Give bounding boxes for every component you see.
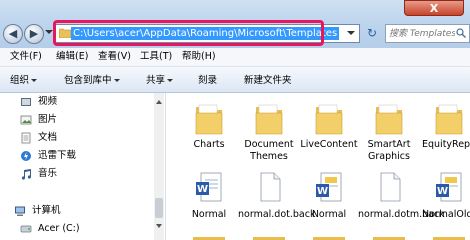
sidebar-item-label: 图片 (38, 114, 58, 125)
sidebar-item-label: 文档 (38, 132, 58, 143)
menu-file[interactable]: 文件(F) (10, 50, 42, 64)
burn-button[interactable]: 刻录 (198, 74, 217, 87)
blank-file-icon (260, 172, 281, 202)
menu-view[interactable]: 查看(V) (98, 50, 131, 64)
list-item[interactable]: Document Themes (238, 97, 300, 167)
folder-icon (315, 104, 343, 135)
file-label: NormalOld (422, 209, 470, 220)
menu-help[interactable]: 帮助(H) (182, 50, 216, 64)
search-icon[interactable] (456, 28, 466, 38)
refresh-button[interactable]: ↻ (363, 25, 381, 42)
list-item[interactable]: W NormalOld (418, 167, 470, 237)
file-label: SmartArt Graphics (367, 139, 411, 162)
computer-icon (15, 206, 25, 216)
folder-icon (255, 104, 283, 135)
organize-label: 组织 (10, 75, 30, 86)
word-document-icon: W (196, 172, 222, 202)
svg-text:W: W (197, 184, 208, 195)
word-template-icon: W (316, 172, 342, 202)
file-label: Document Themes (244, 139, 294, 162)
address-highlight-annotation (53, 20, 324, 46)
file-label: LiveContent (300, 139, 358, 150)
blank-file-icon (380, 172, 401, 202)
sidebar-item-label: 计算机 (32, 205, 61, 216)
list-item[interactable]: W Normal (298, 167, 360, 237)
file-list: Charts Document Themes LiveContent Smart… (166, 93, 470, 240)
file-label: EquityReport (422, 139, 470, 150)
word-template-icon: W (436, 172, 462, 202)
address-dropdown-icon[interactable] (347, 31, 355, 35)
list-item[interactable]: LiveContent (298, 97, 360, 167)
documents-library-icon (21, 132, 31, 144)
list-item[interactable]: SmartArt Graphics (358, 97, 420, 167)
search-box[interactable] (385, 24, 470, 43)
chevron-down-icon (113, 79, 120, 82)
share-button[interactable]: 共享 (146, 74, 174, 87)
share-label: 共享 (146, 75, 166, 86)
pictures-library-icon (20, 115, 32, 125)
close-icon: X (429, 2, 439, 15)
close-window-button[interactable]: X (404, 0, 464, 16)
folder-icon (195, 104, 223, 135)
list-item[interactable]: normal.dot.back (238, 167, 316, 237)
forward-arrow-icon: ▶ (29, 27, 39, 40)
command-bar: 组织 包含到库中 共享 刻录 新建文件夹 (0, 67, 470, 93)
thunder-download-icon (21, 151, 31, 161)
chevron-down-icon (167, 79, 174, 82)
hard-drive-icon (20, 225, 32, 233)
new-folder-button[interactable]: 新建文件夹 (244, 74, 292, 87)
recent-pages-chevron-icon[interactable] (45, 30, 53, 34)
scrollbar-thumb[interactable] (155, 198, 163, 218)
search-input[interactable] (389, 26, 455, 41)
forward-button[interactable]: ▶ (24, 24, 44, 44)
file-label: normal.dot.back (238, 209, 316, 220)
organize-button[interactable]: 组织 (10, 74, 38, 87)
list-item[interactable]: W Normal (178, 167, 240, 237)
scroll-down-icon[interactable] (156, 224, 162, 228)
file-label: Charts (193, 139, 225, 150)
sidebar-item-label: 音乐 (38, 168, 58, 179)
menu-bar: 文件(F) 编辑(E) 查看(V) 工具(T) 帮助(H) (0, 48, 470, 67)
back-button[interactable]: ◀ (3, 24, 23, 44)
back-arrow-icon: ◀ (8, 27, 18, 40)
folder-icon (375, 104, 403, 135)
svg-text:W: W (437, 186, 448, 197)
list-item[interactable]: Charts (178, 97, 240, 167)
sidebar-item-label: 视频 (38, 96, 58, 107)
file-label: Normal (311, 209, 347, 220)
scroll-up-icon[interactable] (156, 100, 162, 104)
include-in-library-label: 包含到库中 (64, 75, 112, 86)
sidebar-item-label: 迅雷下载 (38, 150, 77, 161)
chevron-down-icon (31, 79, 38, 82)
navigation-pane: 视频 图片 文档 迅雷下载 音乐 计算机 Acer (C:) (0, 93, 166, 240)
menu-edit[interactable]: 编辑(E) (56, 50, 88, 64)
file-label: Normal (191, 209, 227, 220)
include-in-library-button[interactable]: 包含到库中 (64, 74, 120, 87)
video-library-icon (21, 98, 31, 106)
menu-tools[interactable]: 工具(T) (140, 50, 172, 64)
folder-icon (435, 104, 463, 135)
sidebar-item-label: Acer (C:) (38, 223, 80, 234)
file-label: normal.dotm.back (358, 209, 445, 220)
list-item[interactable]: normal.dotm.back (358, 167, 445, 237)
music-library-icon (21, 169, 31, 180)
svg-text:W: W (317, 186, 328, 197)
list-item[interactable]: EquityReport (418, 97, 470, 167)
